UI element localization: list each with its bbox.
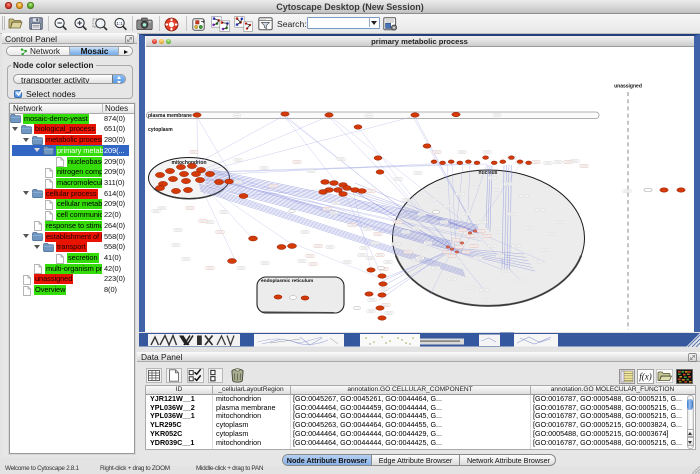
svg-text:plasma membrane: plasma membrane [148,113,192,119]
svg-text:unassigned: unassigned [614,84,642,90]
svg-text:1:1: 1:1 [116,21,123,26]
svg-text:f(x): f(x) [639,371,652,381]
svg-text:endoplasmic reticulum: endoplasmic reticulum [261,278,313,284]
svg-text:cytoplasm: cytoplasm [148,127,173,133]
